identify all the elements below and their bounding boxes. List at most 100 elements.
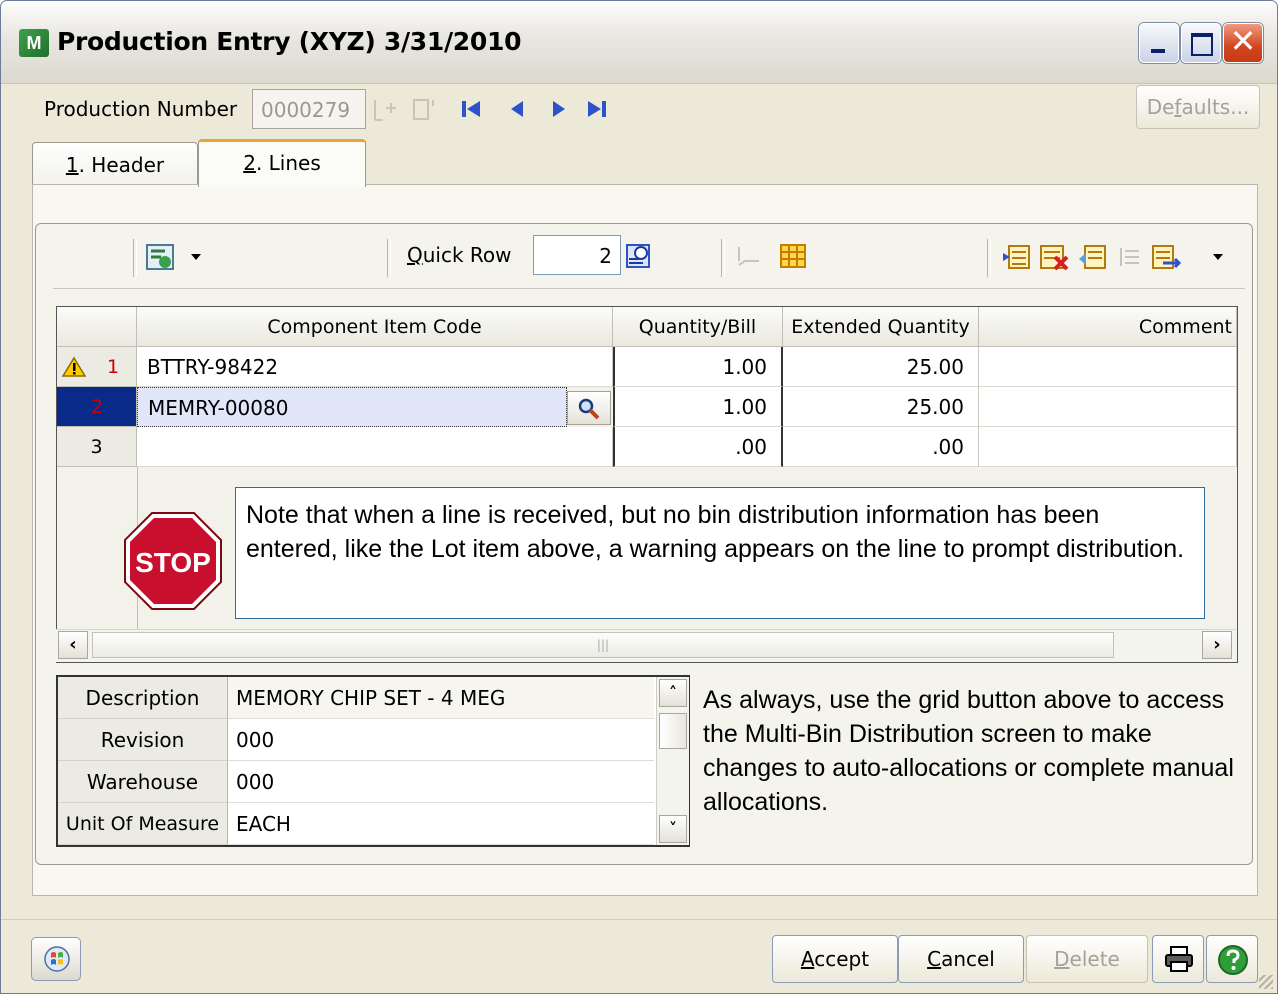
quick-row-input[interactable]: 2 bbox=[533, 235, 621, 275]
cancel-accel: C bbox=[927, 947, 942, 971]
unit-of-measure-value: EACH bbox=[228, 803, 654, 845]
app-icon: M bbox=[19, 29, 49, 57]
customizer-icon[interactable] bbox=[145, 243, 177, 273]
delete-label: elete bbox=[1069, 947, 1120, 971]
extended-quantity-cell[interactable]: .00 bbox=[783, 427, 979, 467]
maximize-icon bbox=[1191, 33, 1213, 56]
new-record-icon[interactable] bbox=[371, 97, 401, 123]
unit-of-measure-label: Unit Of Measure bbox=[58, 803, 228, 845]
description-value: MEMORY CHIP SET - 4 MEG bbox=[228, 677, 654, 719]
help-icon bbox=[1218, 945, 1248, 975]
item-code-cell[interactable] bbox=[137, 427, 613, 467]
close-icon: ✕ bbox=[1229, 22, 1257, 60]
column-header-quantity-bill[interactable]: Quantity/Bill bbox=[613, 307, 783, 347]
help-button[interactable] bbox=[1206, 935, 1258, 983]
column-header-comment[interactable]: Comment bbox=[979, 307, 1237, 347]
accept-button[interactable]: Accept bbox=[772, 935, 898, 983]
scroll-up-button[interactable]: ˄ bbox=[659, 679, 687, 707]
tab-header-accel: 1 bbox=[65, 153, 79, 177]
line-options-icon[interactable] bbox=[1151, 243, 1183, 273]
description-label: Description bbox=[58, 677, 228, 719]
production-number-input[interactable]: 0000279 bbox=[252, 89, 366, 129]
stop-sign-icon: STOP bbox=[124, 512, 222, 610]
accept-accel: A bbox=[800, 947, 815, 971]
comment-cell[interactable] bbox=[979, 387, 1237, 427]
tab-lines-label: . Lines bbox=[255, 151, 321, 175]
toolbar-divider bbox=[53, 288, 1245, 289]
row-header[interactable]: 3 bbox=[57, 427, 137, 467]
production-entry-window: M Production Entry (XYZ) 3/31/2010 ✕ Pro… bbox=[0, 0, 1278, 994]
row-header[interactable]: 2 bbox=[57, 387, 137, 427]
quantity-bill-cell[interactable]: 1.00 bbox=[613, 387, 783, 427]
line-options-dropdown-icon[interactable] bbox=[1211, 251, 1225, 263]
insert-line-icon[interactable] bbox=[1001, 243, 1033, 273]
go-to-row-icon[interactable] bbox=[625, 243, 655, 271]
distribution-warning-note: Note that when a line is received, but n… bbox=[235, 487, 1205, 619]
resize-grip[interactable] bbox=[1259, 975, 1273, 989]
scroll-right-button[interactable]: › bbox=[1202, 631, 1232, 659]
grid-corner bbox=[57, 307, 137, 347]
indent-line-icon[interactable] bbox=[1113, 243, 1145, 273]
tab-lines-accel: 2 bbox=[243, 151, 256, 175]
tab-header[interactable]: 1. Header bbox=[32, 142, 198, 187]
stop-sign-text: STOP bbox=[135, 547, 211, 578]
close-button[interactable]: ✕ bbox=[1223, 22, 1263, 63]
defaults-label-before: De bbox=[1146, 95, 1175, 119]
tab-lines[interactable]: 2. Lines bbox=[198, 139, 366, 187]
toolbar-separator bbox=[721, 239, 725, 277]
item-code-cell[interactable]: BTTRY-98422 bbox=[137, 347, 613, 387]
comment-cell[interactable] bbox=[979, 347, 1237, 387]
extended-quantity-cell[interactable]: 25.00 bbox=[783, 347, 979, 387]
scroll-thumb[interactable] bbox=[659, 713, 687, 749]
properties-vertical-scrollbar[interactable]: ˄ ˅ bbox=[656, 677, 689, 845]
toolbar-separator bbox=[133, 239, 137, 277]
production-number-label: Production Number bbox=[44, 97, 238, 121]
scroll-down-button[interactable]: ˅ bbox=[659, 815, 687, 843]
toolbar-separator bbox=[387, 239, 391, 277]
revision-label: Revision bbox=[58, 719, 228, 761]
warehouse-label: Warehouse bbox=[58, 761, 228, 803]
magnifier-icon bbox=[578, 398, 600, 420]
scroll-left-button[interactable]: ‹ bbox=[58, 631, 88, 659]
quantity-bill-cell[interactable]: 1.00 bbox=[613, 347, 783, 387]
copy-record-icon[interactable] bbox=[411, 97, 441, 123]
window-title: Production Entry (XYZ) 3/31/2010 bbox=[57, 27, 522, 56]
quick-row-label-text: uick Row bbox=[422, 243, 512, 267]
revision-value: 000 bbox=[228, 719, 654, 761]
delete-line-icon[interactable] bbox=[1039, 243, 1071, 273]
last-record-icon[interactable] bbox=[585, 97, 611, 121]
warning-icon bbox=[61, 356, 87, 377]
next-record-icon[interactable] bbox=[547, 97, 571, 121]
item-lookup-button[interactable] bbox=[567, 391, 611, 425]
column-header-extended-quantity[interactable]: Extended Quantity bbox=[783, 307, 979, 347]
quick-row-label: Quick Row bbox=[407, 243, 512, 267]
maximize-button[interactable] bbox=[1181, 23, 1221, 63]
item-properties-panel: Description MEMORY CHIP SET - 4 MEG Revi… bbox=[56, 675, 690, 847]
print-button[interactable] bbox=[1152, 935, 1204, 983]
scroll-thumb[interactable]: ||| bbox=[92, 632, 1114, 658]
title-bar[interactable]: M Production Entry (XYZ) 3/31/2010 ✕ bbox=[1, 1, 1277, 84]
first-record-icon[interactable] bbox=[459, 97, 483, 121]
distribution-grid-icon[interactable] bbox=[779, 243, 809, 271]
quantity-bill-cell[interactable]: .00 bbox=[613, 427, 783, 467]
row-header[interactable]: 1 bbox=[57, 347, 137, 387]
column-header-item-code[interactable]: Component Item Code bbox=[137, 307, 613, 347]
quick-row-accel: Q bbox=[407, 243, 423, 267]
minimize-button[interactable] bbox=[1139, 23, 1179, 63]
windows-logo-icon bbox=[44, 946, 70, 972]
previous-record-icon[interactable] bbox=[505, 97, 529, 121]
delete-button[interactable]: Delete bbox=[1026, 935, 1148, 983]
comment-icon[interactable] bbox=[735, 243, 769, 273]
windows-logo-button[interactable] bbox=[31, 937, 81, 981]
item-code-cell[interactable]: MEMRY-00080 bbox=[137, 387, 567, 427]
extended-quantity-cell[interactable]: 25.00 bbox=[783, 387, 979, 427]
tab-header-label: . Header bbox=[78, 153, 165, 177]
defaults-button[interactable]: Defaults... bbox=[1136, 85, 1260, 129]
copy-line-icon[interactable] bbox=[1077, 243, 1109, 273]
grid-horizontal-scrollbar[interactable]: ‹ ||| › bbox=[56, 629, 1236, 662]
customizer-dropdown-icon[interactable] bbox=[189, 251, 203, 263]
comment-cell[interactable] bbox=[979, 427, 1237, 467]
printer-icon bbox=[1165, 946, 1193, 972]
cancel-label: ancel bbox=[941, 947, 995, 971]
cancel-button[interactable]: Cancel bbox=[898, 935, 1024, 983]
